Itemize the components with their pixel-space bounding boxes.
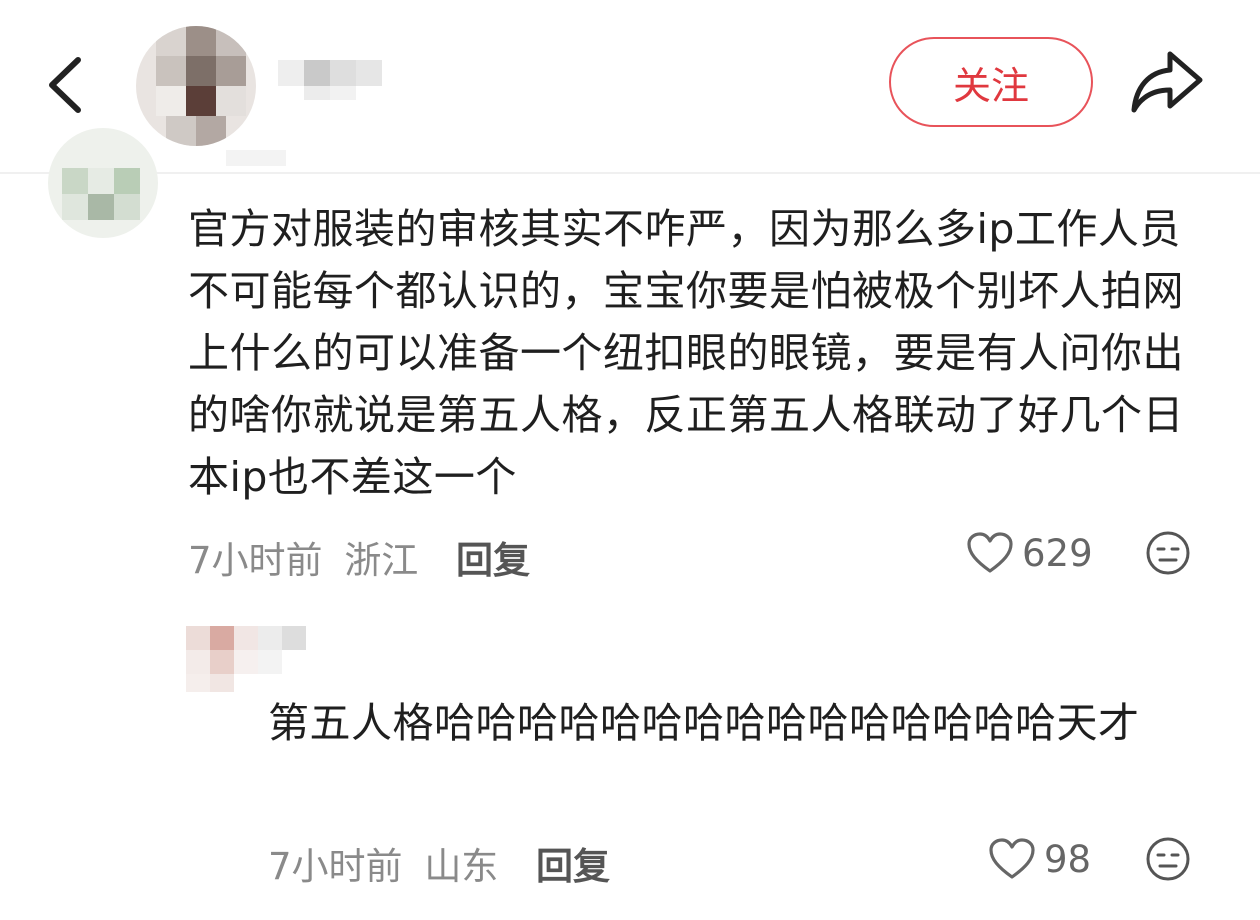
neutral-face-icon (1146, 837, 1190, 881)
comment-meta: 7小时前 浙江 (188, 530, 418, 584)
reply-button[interactable]: 回复 (536, 836, 610, 890)
reply-comment-time: 7小时前 (268, 845, 403, 888)
follow-button[interactable]: 关注 (889, 37, 1093, 127)
like-count: 98 (1044, 837, 1092, 881)
like-button[interactable]: 98 (988, 834, 1091, 884)
heart-outline-icon (989, 838, 1035, 879)
neutral-face-icon (1146, 531, 1190, 575)
follow-label: 关注 (952, 63, 1029, 108)
author-avatar[interactable] (136, 26, 256, 146)
back-button[interactable] (40, 50, 100, 120)
top-bar: 关注 (0, 0, 1260, 172)
author-name[interactable] (278, 48, 478, 108)
reply-comment-location: 山东 (424, 845, 499, 888)
reply-button[interactable]: 回复 (456, 530, 530, 584)
reply-comment-text: 第五人格哈哈哈哈哈哈哈哈哈哈哈哈哈哈哈天才 (268, 699, 1140, 747)
share-button[interactable] (1126, 46, 1206, 118)
like-button[interactable]: 629 (966, 528, 1093, 578)
reply-comment-meta: 7小时前 山东 (268, 836, 498, 890)
commenter-name[interactable] (186, 150, 346, 172)
comment-location: 浙江 (344, 539, 419, 582)
heart-outline-icon (967, 532, 1013, 573)
emoji-reaction-button[interactable] (1145, 530, 1191, 576)
commenter-avatar[interactable] (48, 128, 158, 238)
header-divider (0, 172, 1260, 174)
like-count: 629 (1022, 531, 1093, 575)
chevron-left-icon (49, 57, 81, 113)
emoji-reaction-button[interactable] (1145, 836, 1191, 882)
comment-time: 7小时前 (188, 539, 323, 582)
comment-text: 官方对服装的审核其实不咋严，因为那么多ip工作人员不可能每个都认识的，宝宝你要是… (188, 205, 1184, 501)
reply-commenter-avatar[interactable] (186, 620, 326, 694)
share-arrow-icon (1131, 51, 1203, 113)
